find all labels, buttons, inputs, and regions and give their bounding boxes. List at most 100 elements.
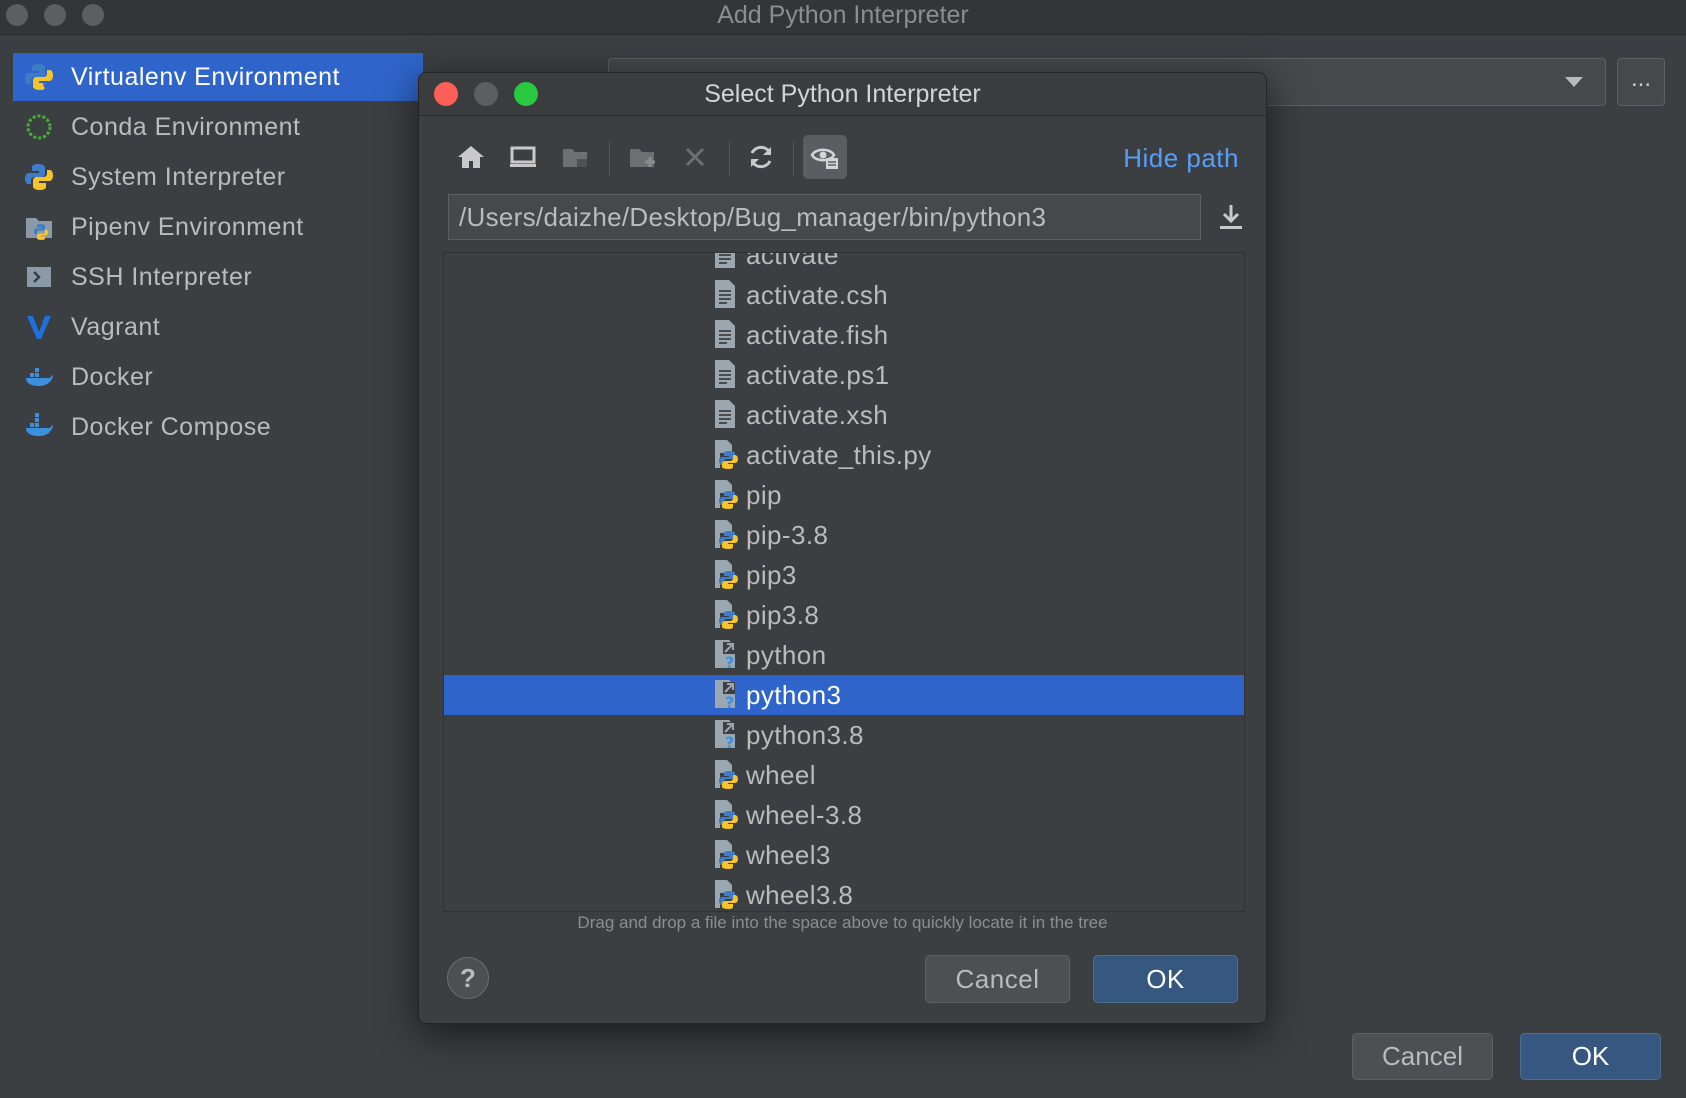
dialog-title-bar: Select Python Interpreter xyxy=(419,73,1266,116)
sidebar-item-vagrant[interactable]: Vagrant xyxy=(13,303,423,351)
file-row[interactable]: activate.fish xyxy=(444,315,1244,355)
file-chooser-toolbar: Hide path xyxy=(449,135,1239,183)
outer-cancel-button[interactable]: Cancel xyxy=(1352,1033,1493,1080)
python-file-icon xyxy=(714,559,738,591)
chevron-down-icon[interactable] xyxy=(1565,77,1583,87)
file-name: python3.8 xyxy=(746,719,864,750)
file-name: wheel3 xyxy=(746,839,831,870)
python-icon xyxy=(23,161,55,193)
sidebar-item-label: Virtualenv Environment xyxy=(71,62,341,91)
ssh-icon xyxy=(23,261,55,293)
docker-icon xyxy=(23,361,55,393)
file-name: activate.xsh xyxy=(746,399,889,430)
python-file-icon xyxy=(714,599,738,631)
sidebar-item-docker[interactable]: Docker xyxy=(13,353,423,401)
new-folder-icon[interactable] xyxy=(621,135,665,179)
dialog-ok-button[interactable]: OK xyxy=(1093,955,1238,1003)
path-input[interactable]: /Users/daizhe/Desktop/Bug_manager/bin/py… xyxy=(448,194,1201,240)
dialog-title: Select Python Interpreter xyxy=(704,80,981,108)
file-row[interactable]: wheel3.8 xyxy=(444,875,1244,911)
python-file-icon xyxy=(714,759,738,791)
file-row[interactable]: ? python xyxy=(444,635,1244,675)
pipenv-icon xyxy=(23,211,55,243)
toolbar-separator xyxy=(793,141,794,177)
file-row[interactable]: pip3.8 xyxy=(444,595,1244,635)
sidebar-item-virtualenv[interactable]: V Virtualenv Environment xyxy=(13,53,423,101)
show-hidden-files-icon[interactable] xyxy=(803,135,847,179)
file-name: pip-3.8 xyxy=(746,519,829,550)
text-file-icon xyxy=(714,279,738,311)
sidebar-item-docker-compose[interactable]: Docker Compose xyxy=(13,403,423,451)
sidebar-item-system[interactable]: System Interpreter xyxy=(13,153,423,201)
toolbar-separator xyxy=(609,141,610,177)
file-name: activate.ps1 xyxy=(746,359,890,390)
sidebar-item-ssh[interactable]: SSH Interpreter xyxy=(13,253,423,301)
sidebar-item-label: SSH Interpreter xyxy=(71,262,253,291)
delete-icon[interactable] xyxy=(673,135,717,179)
refresh-icon[interactable] xyxy=(739,135,783,179)
file-row[interactable]: activate.csh xyxy=(444,275,1244,315)
sidebar-item-label: Docker Compose xyxy=(71,412,272,441)
browse-button[interactable]: ... xyxy=(1617,58,1665,106)
desktop-icon[interactable] xyxy=(501,135,545,179)
dialog-cancel-button[interactable]: Cancel xyxy=(925,955,1070,1003)
project-folder-icon[interactable] xyxy=(553,135,597,179)
file-name: activate xyxy=(746,252,839,270)
file-row[interactable]: activate_this.py xyxy=(444,435,1244,475)
file-row[interactable]: activate.xsh xyxy=(444,395,1244,435)
file-row[interactable]: ? python3.8 xyxy=(444,715,1244,755)
file-list: activate activate.csh activate.fish activat… xyxy=(444,252,1244,911)
file-tree[interactable]: activate activate.csh activate.fish activat… xyxy=(443,252,1245,912)
python-venv-icon: V xyxy=(23,61,55,93)
file-name: wheel xyxy=(746,759,816,790)
file-row[interactable]: wheel xyxy=(444,755,1244,795)
file-row[interactable]: ? python3 xyxy=(444,675,1244,715)
select-interpreter-dialog: Select Python Interpreter Hide path /Use… xyxy=(418,72,1267,1024)
file-row[interactable]: pip3 xyxy=(444,555,1244,595)
python-file-icon xyxy=(714,519,738,551)
text-file-icon xyxy=(714,319,738,351)
window-title: Add Python Interpreter xyxy=(717,1,969,29)
python-file-icon xyxy=(714,439,738,471)
symlink-file-icon: ? xyxy=(714,679,738,712)
sidebar-item-label: Docker xyxy=(71,362,154,391)
file-row[interactable]: wheel3 xyxy=(444,835,1244,875)
vagrant-icon xyxy=(23,311,55,343)
file-name: wheel-3.8 xyxy=(746,799,863,830)
sidebar-item-pipenv[interactable]: Pipenv Environment xyxy=(13,203,423,251)
file-row[interactable]: wheel-3.8 xyxy=(444,795,1244,835)
svg-text:?: ? xyxy=(725,733,735,749)
text-file-icon xyxy=(714,359,738,391)
file-row[interactable]: activate xyxy=(444,252,1244,275)
svg-text:?: ? xyxy=(725,653,735,669)
file-name: python xyxy=(746,639,827,670)
svg-text:V: V xyxy=(42,80,53,92)
outer-title-bar: Add Python Interpreter xyxy=(0,0,1686,35)
toolbar-separator xyxy=(729,141,730,177)
download-icon[interactable] xyxy=(1213,199,1249,235)
sidebar-item-label: System Interpreter xyxy=(71,162,286,191)
file-name: pip3.8 xyxy=(746,599,820,630)
interpreter-type-list: V Virtualenv Environment Conda Environme… xyxy=(13,53,423,453)
file-row[interactable]: pip-3.8 xyxy=(444,515,1244,555)
text-file-icon xyxy=(714,253,738,271)
hide-path-link[interactable]: Hide path xyxy=(1123,135,1239,181)
python-file-icon xyxy=(714,479,738,511)
file-name: pip xyxy=(746,479,782,510)
file-row[interactable]: activate.ps1 xyxy=(444,355,1244,395)
python-file-icon xyxy=(714,839,738,871)
help-button[interactable]: ? xyxy=(447,957,489,999)
file-name: wheel3.8 xyxy=(746,879,854,910)
file-row[interactable]: pip xyxy=(444,475,1244,515)
outer-ok-button[interactable]: OK xyxy=(1520,1033,1661,1080)
symlink-file-icon: ? xyxy=(714,719,738,752)
sidebar-item-label: Pipenv Environment xyxy=(71,212,304,241)
file-name: activate_this.py xyxy=(746,439,932,470)
docker-compose-icon xyxy=(23,411,55,443)
drag-drop-hint: Drag and drop a file into the space abov… xyxy=(577,913,1108,932)
sidebar-item-label: Conda Environment xyxy=(71,112,301,141)
home-icon[interactable] xyxy=(449,135,493,179)
sidebar-item-conda[interactable]: Conda Environment xyxy=(13,103,423,151)
text-file-icon xyxy=(714,399,738,431)
symlink-file-icon: ? xyxy=(714,639,738,672)
